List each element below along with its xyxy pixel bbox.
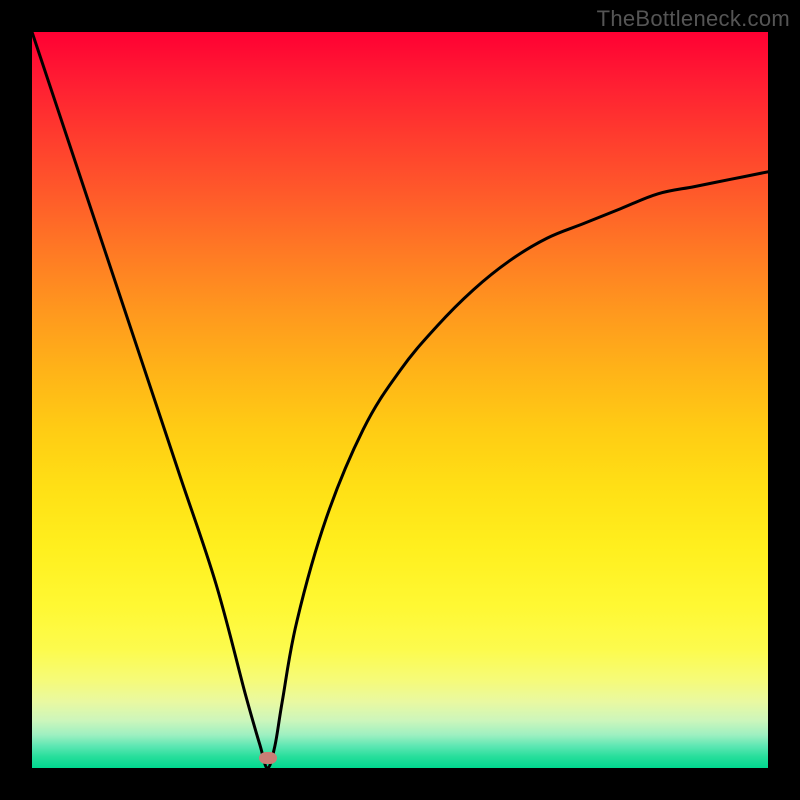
chart-frame: TheBottleneck.com bbox=[0, 0, 800, 800]
watermark-text: TheBottleneck.com bbox=[597, 6, 790, 32]
plot-area bbox=[32, 32, 768, 768]
bottleneck-curve bbox=[32, 32, 768, 768]
minimum-marker bbox=[259, 752, 277, 764]
